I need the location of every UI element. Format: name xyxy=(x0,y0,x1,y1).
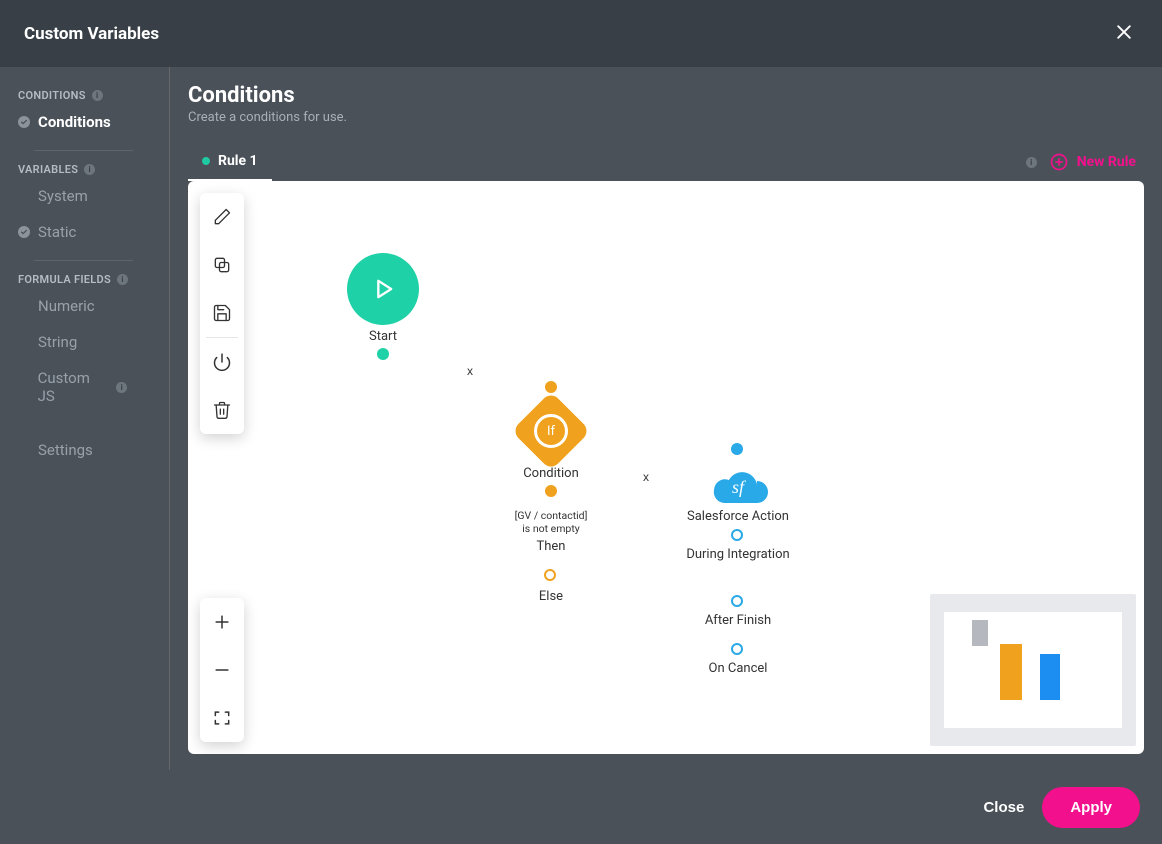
sidebar-item-label: Settings xyxy=(38,441,93,459)
section-conditions: CONDITIONS i xyxy=(0,87,169,104)
sidebar-item-label: Conditions xyxy=(38,113,111,131)
info-icon[interactable]: i xyxy=(117,274,128,285)
status-dot-icon xyxy=(202,157,210,165)
condition-desc2: is not empty xyxy=(515,523,588,536)
plus-circle-icon xyxy=(1049,152,1069,172)
condition-out-port[interactable] xyxy=(545,485,557,497)
section-label: VARIABLES xyxy=(18,163,78,176)
salesforce-p1: During Integration xyxy=(686,547,789,563)
tabs-row: Rule 1 i New Rule xyxy=(188,143,1144,181)
minimap-salesforce xyxy=(1040,654,1060,700)
sidebar-item-label: String xyxy=(38,333,77,351)
sidebar-item-numeric[interactable]: Numeric xyxy=(0,288,169,324)
section-label: FORMULA FIELDS xyxy=(18,273,111,286)
salesforce-port-1[interactable] xyxy=(731,529,743,541)
edge-delete-2[interactable]: x xyxy=(641,470,651,484)
minimap-start xyxy=(972,620,988,646)
dialog-title: Custom Variables xyxy=(24,24,159,44)
start-out-port[interactable] xyxy=(377,348,389,360)
power-icon xyxy=(212,352,232,372)
salesforce-in-port[interactable] xyxy=(731,443,743,455)
rule-canvas[interactable]: x x Start If Condition [GV / xyxy=(188,181,1144,754)
power-button[interactable] xyxy=(200,338,244,386)
section-formula: FORMULA FIELDS i xyxy=(0,271,169,288)
tab-rule-1[interactable]: Rule 1 xyxy=(188,143,272,181)
sidebar-item-label: Numeric xyxy=(38,297,95,315)
custom-variables-dialog: Custom Variables CONDITIONS i Conditions xyxy=(0,0,1162,844)
tab-label: Rule 1 xyxy=(218,153,258,169)
minimap-view xyxy=(944,612,1122,728)
condition-in-port[interactable] xyxy=(545,381,557,393)
page-subtitle: Create a conditions for use. xyxy=(188,110,1144,125)
salesforce-p3: On Cancel xyxy=(709,661,768,676)
plus-icon xyxy=(212,612,232,632)
if-badge: If xyxy=(534,414,568,448)
play-icon xyxy=(369,275,397,303)
condition-node[interactable]: If xyxy=(511,391,590,470)
condition-then-port[interactable] xyxy=(544,569,556,581)
fullscreen-icon xyxy=(212,708,232,728)
close-button[interactable] xyxy=(1110,18,1138,49)
salesforce-port-2[interactable] xyxy=(731,595,743,607)
sidebar-item-static[interactable]: Static xyxy=(0,214,169,250)
apply-button[interactable]: Apply xyxy=(1042,787,1140,828)
trash-icon xyxy=(212,400,232,420)
sidebar-item-string[interactable]: String xyxy=(0,324,169,360)
salesforce-badge: sf xyxy=(732,477,744,498)
zoom-out-button[interactable] xyxy=(200,646,244,694)
edge-delete-1[interactable]: x xyxy=(465,364,475,378)
check-icon xyxy=(18,226,30,238)
divider xyxy=(34,150,133,151)
sidebar: CONDITIONS i Conditions VARIABLES i Syst… xyxy=(0,67,170,770)
dialog-header: Custom Variables xyxy=(0,0,1162,67)
footer-close-button[interactable]: Close xyxy=(983,799,1024,816)
dialog-footer: Close Apply xyxy=(0,770,1162,844)
info-icon[interactable]: i xyxy=(1026,157,1037,168)
sidebar-item-settings[interactable]: Settings xyxy=(0,432,169,468)
main-panel: Conditions Create a conditions for use. … xyxy=(170,67,1162,770)
edges-layer xyxy=(188,181,488,331)
condition-then-label: Then xyxy=(537,539,566,554)
minimap-condition xyxy=(1000,644,1022,700)
zoom-in-button[interactable] xyxy=(200,598,244,646)
info-icon[interactable]: i xyxy=(116,382,127,393)
condition-label: Condition xyxy=(523,466,579,481)
new-rule-button[interactable]: New Rule xyxy=(1049,152,1136,172)
check-icon xyxy=(18,116,30,128)
salesforce-port-3[interactable] xyxy=(731,643,743,655)
page-title: Conditions xyxy=(188,83,1144,108)
info-icon[interactable]: i xyxy=(92,90,103,101)
section-label: CONDITIONS xyxy=(18,89,86,102)
sidebar-item-label: System xyxy=(38,187,88,205)
condition-else-label: Else xyxy=(539,589,563,604)
salesforce-p2: After Finish xyxy=(705,613,771,628)
salesforce-label: Salesforce Action xyxy=(687,509,789,524)
info-icon[interactable]: i xyxy=(84,164,95,175)
sidebar-item-system[interactable]: System xyxy=(0,178,169,214)
minimap[interactable] xyxy=(930,594,1136,746)
zoom-toolbar xyxy=(200,598,244,742)
salesforce-node[interactable]: sf xyxy=(704,465,772,509)
new-rule-label: New Rule xyxy=(1077,154,1136,170)
sidebar-item-label: Custom JS xyxy=(38,369,109,405)
sidebar-item-customjs[interactable]: Custom JS i xyxy=(0,360,169,414)
fullscreen-button[interactable] xyxy=(200,694,244,742)
start-label: Start xyxy=(369,329,397,344)
start-node[interactable] xyxy=(347,253,419,325)
delete-button[interactable] xyxy=(200,386,244,434)
minus-icon xyxy=(212,660,232,680)
divider xyxy=(34,260,133,261)
sidebar-item-label: Static xyxy=(38,223,76,241)
close-icon xyxy=(1114,22,1134,42)
sidebar-item-conditions[interactable]: Conditions xyxy=(0,104,169,140)
section-variables: VARIABLES i xyxy=(0,161,169,178)
condition-desc1: [GV / contactid] xyxy=(515,510,588,523)
